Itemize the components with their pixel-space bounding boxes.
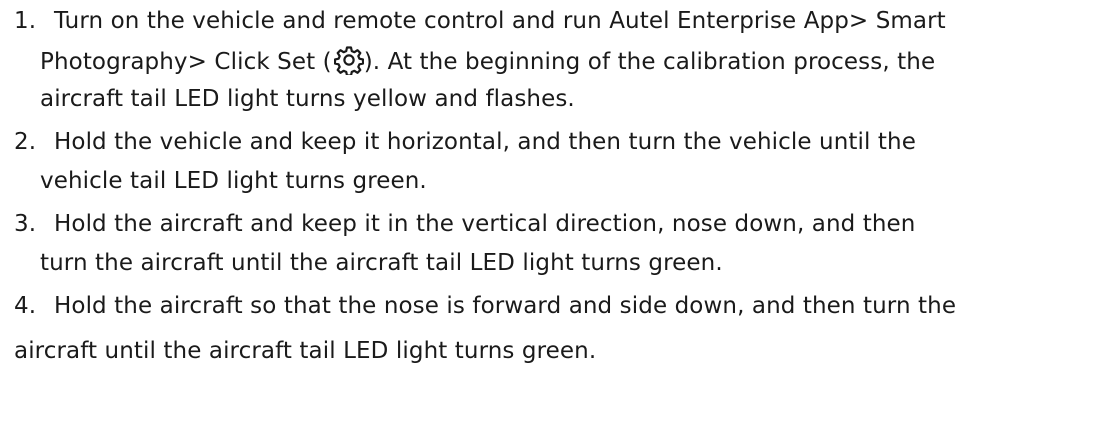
step-3-line-2: turn the aircraft until the aircraft tai… (40, 248, 723, 278)
step-text: Turn on the vehicle and remote control a… (54, 8, 946, 34)
step-1-line-3: aircraft tail LED light turns yellow and… (40, 84, 575, 114)
step-number: 1. (14, 8, 37, 34)
step-text: vehicle tail LED light turns green. (40, 168, 427, 194)
step-2-line-1: 2. Hold the vehicle and keep it horizonta… (14, 127, 916, 157)
step-1-line-2: Photography> Click Set ( ). At the begin… (40, 45, 935, 77)
step-number: 4. (14, 293, 37, 319)
step-text: Hold the vehicle and keep it horizontal,… (54, 129, 916, 155)
step-text: aircraft until the aircraft tail LED lig… (14, 338, 597, 364)
instruction-list: 1. Turn on the vehicle and remote control… (0, 0, 1115, 438)
step-text: turn the aircraft until the aircraft tai… (40, 250, 723, 276)
step-1-line-1: 1. Turn on the vehicle and remote control… (14, 6, 946, 36)
step-text: Hold the aircraft so that the nose is fo… (54, 293, 957, 319)
step-number: 2. (14, 129, 37, 155)
step-number: 3. (14, 211, 37, 237)
step-2-line-2: vehicle tail LED light turns green. (40, 166, 427, 196)
step-text: Hold the aircraft and keep it in the ver… (54, 211, 916, 237)
step-text: aircraft tail LED light turns yellow and… (40, 86, 575, 112)
step-4-line-2: aircraft until the aircraft tail LED lig… (14, 336, 596, 366)
settings-gear-icon (333, 45, 364, 75)
step-4-line-1: 4. Hold the aircraft so that the nose is … (14, 291, 956, 321)
step-text: ). At the beginning of the calibration p… (363, 49, 936, 75)
step-3-line-1: 3. Hold the aircraft and keep it in the v… (14, 209, 916, 239)
step-text: Photography> Click Set ( (40, 49, 332, 75)
